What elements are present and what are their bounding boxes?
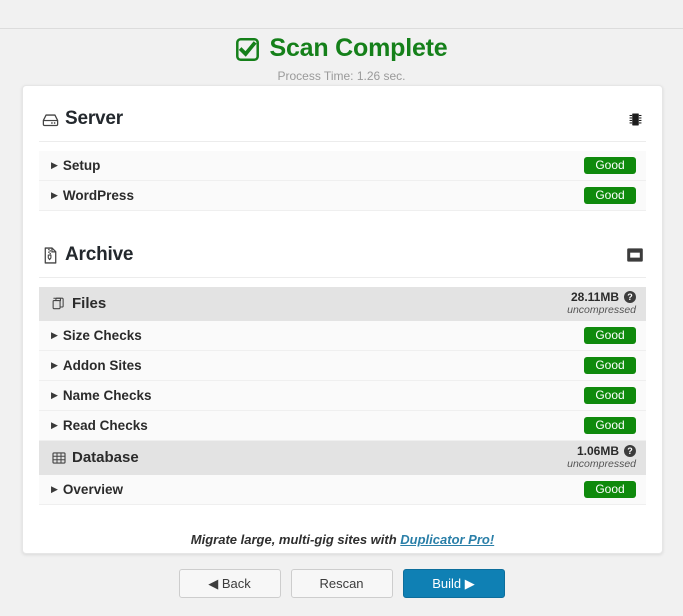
row-right: Good (584, 157, 636, 174)
back-button[interactable]: ◀ Back (179, 569, 281, 598)
chevron-right-icon: ▶ (51, 361, 58, 370)
row-label: Read Checks (63, 418, 148, 433)
database-size-info: 1.06MB ? uncompressed (567, 445, 636, 471)
table-row[interactable]: ▶ Addon Sites Good (39, 351, 646, 381)
chevron-right-icon: ▶ (51, 331, 58, 340)
group-row-files[interactable]: Files 28.11MB ? uncompressed (39, 287, 646, 321)
row-label: WordPress (63, 188, 134, 203)
build-button[interactable]: Build ▶ (403, 569, 505, 598)
row-right: Good (584, 327, 636, 344)
group-row-database[interactable]: Database 1.06MB ? uncompressed (39, 441, 646, 475)
database-size-value: 1.06MB (577, 445, 619, 458)
button-bar: ◀ Back Rescan Build ▶ (0, 569, 683, 598)
copy-files-icon (51, 296, 72, 312)
status-badge: Good (584, 417, 636, 434)
row-label: Name Checks (63, 388, 152, 403)
section-title-archive: Archive (65, 244, 133, 266)
database-size-note: uncompressed (567, 459, 636, 470)
files-size-note: uncompressed (567, 305, 636, 316)
check-square-icon (235, 37, 260, 62)
page-root: Scan Complete Process Time: 1.26 sec. Se… (0, 0, 683, 616)
group-label: Database (72, 449, 139, 466)
status-badge: Good (584, 327, 636, 344)
group-label: Files (72, 295, 106, 312)
chevron-right-icon: ▶ (51, 485, 58, 494)
table-row[interactable]: ▶ Read Checks Good (39, 411, 646, 441)
row-right: Good (584, 481, 636, 498)
page-title-text: Scan Complete (269, 33, 447, 63)
table-row[interactable]: ▶ Size Checks Good (39, 321, 646, 351)
server-rows: ▶ Setup Good ▶ WordPress Good (39, 151, 646, 211)
promo-lead: Migrate large, multi-gig sites with (191, 532, 400, 547)
table-grid-icon (51, 450, 72, 466)
chevron-right-icon: ▶ (51, 191, 58, 200)
row-right: Good (584, 387, 636, 404)
chevron-right-icon: ▶ (51, 391, 58, 400)
microchip-icon[interactable] (627, 111, 644, 128)
row-right: Good (584, 417, 636, 434)
row-label: Size Checks (63, 328, 142, 343)
section-header-server: Server (39, 97, 646, 142)
row-right: Good (584, 187, 636, 204)
hard-drive-icon (41, 110, 65, 129)
section-header-archive: Archive (39, 233, 646, 278)
window-icon[interactable] (626, 247, 644, 263)
row-right: Good (584, 357, 636, 374)
status-badge: Good (584, 157, 636, 174)
duplicator-pro-link[interactable]: Duplicator Pro! (400, 532, 494, 547)
file-archive-icon (41, 246, 65, 265)
promo-text: Migrate large, multi-gig sites with Dupl… (39, 532, 646, 547)
top-divider-bar (0, 0, 683, 29)
process-time-text: Process Time: 1.26 sec. (0, 69, 683, 83)
status-badge: Good (584, 387, 636, 404)
chevron-right-icon: ▶ (51, 161, 58, 170)
help-circle-icon[interactable]: ? (624, 445, 636, 457)
scan-results-card: Server (22, 85, 663, 554)
status-badge: Good (584, 481, 636, 498)
chevron-right-icon: ▶ (51, 421, 58, 430)
row-label: Overview (63, 482, 123, 497)
row-label: Setup (63, 158, 101, 173)
rescan-button[interactable]: Rescan (291, 569, 393, 598)
table-row[interactable]: ▶ Overview Good (39, 475, 646, 505)
table-row[interactable]: ▶ Setup Good (39, 151, 646, 181)
table-row[interactable]: ▶ WordPress Good (39, 181, 646, 211)
help-circle-icon[interactable]: ? (624, 291, 636, 303)
status-badge: Good (584, 357, 636, 374)
files-size-value: 28.11MB (571, 291, 619, 304)
page-title: Scan Complete (235, 33, 447, 63)
section-title-server: Server (65, 108, 123, 130)
table-row[interactable]: ▶ Name Checks Good (39, 381, 646, 411)
archive-rows: Files 28.11MB ? uncompressed ▶ Size C (39, 287, 646, 505)
status-badge: Good (584, 187, 636, 204)
files-size-info: 28.11MB ? uncompressed (567, 291, 636, 317)
row-label: Addon Sites (63, 358, 142, 373)
page-header: Scan Complete Process Time: 1.26 sec. (0, 33, 683, 83)
